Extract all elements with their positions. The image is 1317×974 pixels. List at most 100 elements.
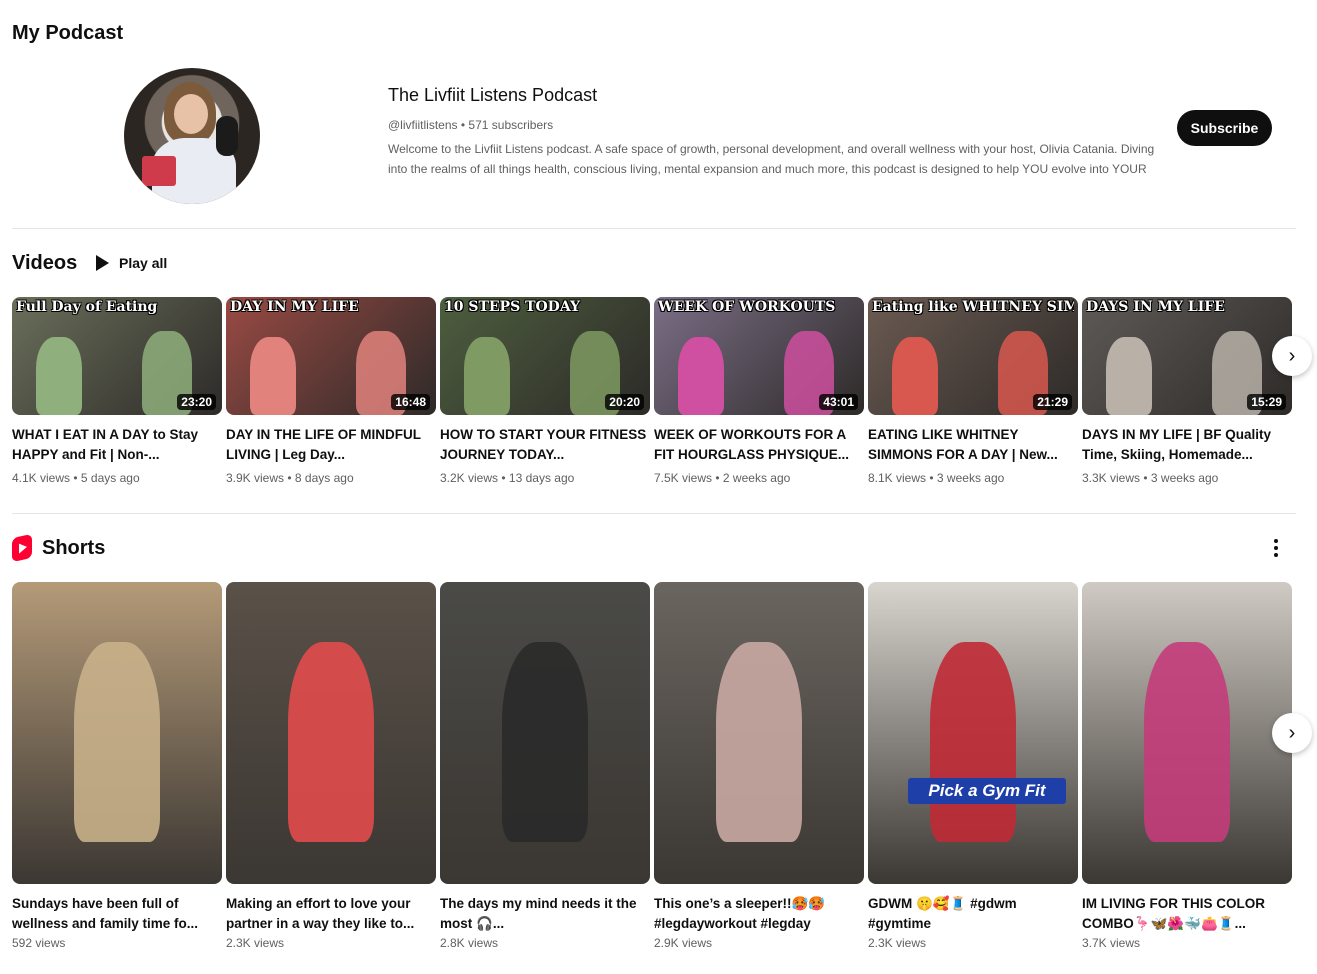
short-title[interactable]: GDWM 🤫🥰🧵 #gdwm #gymtime — [868, 894, 1078, 934]
thumbnail-figure — [716, 642, 802, 842]
play-all-button[interactable]: Play all — [96, 252, 167, 274]
thumbnail-figure — [250, 337, 296, 415]
short-title[interactable]: Making an effort to love your partner in… — [226, 894, 436, 934]
video-thumbnail[interactable]: Full Day of Eating 23:20 — [12, 297, 222, 415]
short-card[interactable]: Sundays have been full of wellness and f… — [12, 582, 222, 950]
video-views: 4.1K views — [12, 471, 71, 485]
duration-badge: 21:29 — [1033, 394, 1072, 410]
video-views: 7.5K views — [654, 471, 713, 485]
video-card[interactable]: Eating like WHITNEY SIMMONS 21:29 EATING… — [868, 297, 1078, 485]
duration-badge: 20:20 — [605, 394, 644, 410]
videos-heading[interactable]: Videos — [12, 252, 77, 275]
thumbnail-text: 10 STEPS TODAY — [444, 299, 580, 315]
thumbnail-text: WEEK OF WORKOUTS — [658, 299, 836, 315]
short-card[interactable]: Making an effort to love your partner in… — [226, 582, 436, 950]
short-title[interactable]: This one’s a sleeper!!🥵🥵 #legdayworkout … — [654, 894, 864, 934]
video-thumbnail[interactable]: DAYS IN MY LIFE 15:29 — [1082, 297, 1292, 415]
short-thumbnail[interactable] — [1082, 582, 1292, 884]
channel-home-page: My Podcast The Livfiit Listens Podcast @… — [0, 0, 1317, 974]
thumbnail-figure — [678, 337, 724, 415]
video-card[interactable]: DAYS IN MY LIFE 15:29 DAYS IN MY LIFE | … — [1082, 297, 1292, 485]
shorts-header: Shorts — [12, 533, 105, 563]
meta-separator: • — [501, 471, 506, 485]
video-card[interactable]: 10 STEPS TODAY 20:20 HOW TO START YOUR F… — [440, 297, 650, 485]
video-age: 8 days ago — [294, 471, 354, 485]
video-thumbnail[interactable]: DAY IN MY LIFE 16:48 — [226, 297, 436, 415]
video-meta: 3.2K views • 13 days ago — [440, 471, 650, 485]
short-card[interactable]: This one’s a sleeper!!🥵🥵 #legdayworkout … — [654, 582, 864, 950]
video-meta: 3.3K views • 3 weeks ago — [1082, 471, 1292, 485]
avatar-face-shape — [174, 94, 208, 134]
meta-separator: • — [460, 118, 466, 132]
video-title[interactable]: WEEK OF WORKOUTS FOR A FIT HOURGLASS PHY… — [654, 425, 864, 465]
thumbnail-figure — [36, 337, 82, 415]
more-vert-icon[interactable] — [1266, 538, 1286, 558]
video-meta: 7.5K views • 2 weeks ago — [654, 471, 864, 485]
short-title[interactable]: The days my mind needs it the most 🎧... — [440, 894, 650, 934]
duration-badge: 16:48 — [391, 394, 430, 410]
section-divider — [12, 228, 1296, 229]
video-title[interactable]: EATING LIKE WHITNEY SIMMONS FOR A DAY | … — [868, 425, 1078, 465]
video-title[interactable]: DAYS IN MY LIFE | BF Quality Time, Skiin… — [1082, 425, 1292, 465]
video-title[interactable]: WHAT I EAT IN A DAY to Stay HAPPY and Fi… — [12, 425, 222, 465]
video-age: 3 weeks ago — [1150, 471, 1219, 485]
short-title[interactable]: IM LIVING FOR THIS COLOR COMBO🦩🦋🌺🐳👛🧵... — [1082, 894, 1292, 934]
shorts-logo-icon — [12, 533, 32, 563]
video-thumbnail[interactable]: Eating like WHITNEY SIMMONS 21:29 — [868, 297, 1078, 415]
short-card[interactable]: Pick a Gym Fit GDWM 🤫🥰🧵 #gdwm #gymtime 2… — [868, 582, 1078, 950]
shorts-heading[interactable]: Shorts — [42, 537, 105, 560]
thumbnail-text: Eating like WHITNEY SIMMONS — [872, 299, 1074, 315]
video-age: 13 days ago — [508, 471, 575, 485]
subscribe-button[interactable]: Subscribe — [1177, 110, 1272, 146]
thumbnail-text: DAY IN MY LIFE — [230, 299, 359, 315]
meta-separator: • — [287, 471, 292, 485]
video-title[interactable]: HOW TO START YOUR FITNESS JOURNEY TODAY.… — [440, 425, 650, 465]
short-thumbnail[interactable]: Pick a Gym Fit — [868, 582, 1078, 884]
thumbnail-figure — [930, 642, 1016, 842]
video-meta: 3.9K views • 8 days ago — [226, 471, 436, 485]
short-thumbnail[interactable] — [440, 582, 650, 884]
thumbnail-figure — [464, 337, 510, 415]
short-views: 3.7K views — [1082, 936, 1141, 950]
microphone-icon — [216, 116, 238, 156]
video-views: 8.1K views — [868, 471, 927, 485]
duration-badge: 15:29 — [1247, 394, 1286, 410]
page-title: My Podcast — [12, 22, 124, 44]
short-card[interactable]: The days my mind needs it the most 🎧... … — [440, 582, 650, 950]
channel-avatar[interactable] — [124, 68, 260, 204]
short-views: 592 views — [12, 936, 66, 950]
thumbnail-figure — [1106, 337, 1152, 415]
short-views: 2.3K views — [868, 936, 927, 950]
chevron-right-icon[interactable]: › — [1272, 713, 1312, 753]
short-title[interactable]: Sundays have been full of wellness and f… — [12, 894, 222, 934]
meta-separator: • — [1143, 471, 1148, 485]
video-card[interactable]: DAY IN MY LIFE 16:48 DAY IN THE LIFE OF … — [226, 297, 436, 485]
thumbnail-text: Full Day of Eating — [16, 299, 158, 315]
play-icon — [96, 255, 109, 271]
video-card[interactable]: Full Day of Eating 23:20 WHAT I EAT IN A… — [12, 297, 222, 485]
chevron-right-icon[interactable]: › — [1272, 336, 1312, 376]
video-meta: 4.1K views • 5 days ago — [12, 471, 222, 485]
channel-handle[interactable]: @livfiitlistens — [388, 118, 458, 132]
short-thumbnail[interactable] — [12, 582, 222, 884]
video-thumbnail[interactable]: 10 STEPS TODAY 20:20 — [440, 297, 650, 415]
thumbnail-figure — [74, 642, 160, 842]
short-overlay-text: Pick a Gym Fit — [908, 778, 1066, 804]
video-thumbnail[interactable]: WEEK OF WORKOUTS 43:01 — [654, 297, 864, 415]
video-title[interactable]: DAY IN THE LIFE OF MINDFUL LIVING | Leg … — [226, 425, 436, 465]
short-thumbnail[interactable] — [654, 582, 864, 884]
meta-separator: • — [715, 471, 720, 485]
meta-separator: • — [929, 471, 934, 485]
thumbnail-figure — [1144, 642, 1230, 842]
thumbnail-figure — [892, 337, 938, 415]
short-thumbnail[interactable] — [226, 582, 436, 884]
channel-name[interactable]: The Livfiit Listens Podcast — [388, 85, 597, 106]
video-age: 3 weeks ago — [936, 471, 1005, 485]
video-card[interactable]: WEEK OF WORKOUTS 43:01 WEEK OF WORKOUTS … — [654, 297, 864, 485]
channel-description[interactable]: Welcome to the Livfiit Listens podcast. … — [388, 139, 1164, 179]
thumbnail-figure — [502, 642, 588, 842]
meta-separator: • — [73, 471, 78, 485]
short-card[interactable]: IM LIVING FOR THIS COLOR COMBO🦩🦋🌺🐳👛🧵... … — [1082, 582, 1292, 950]
subscriber-count: 571 subscribers — [468, 118, 554, 132]
video-meta: 8.1K views • 3 weeks ago — [868, 471, 1078, 485]
